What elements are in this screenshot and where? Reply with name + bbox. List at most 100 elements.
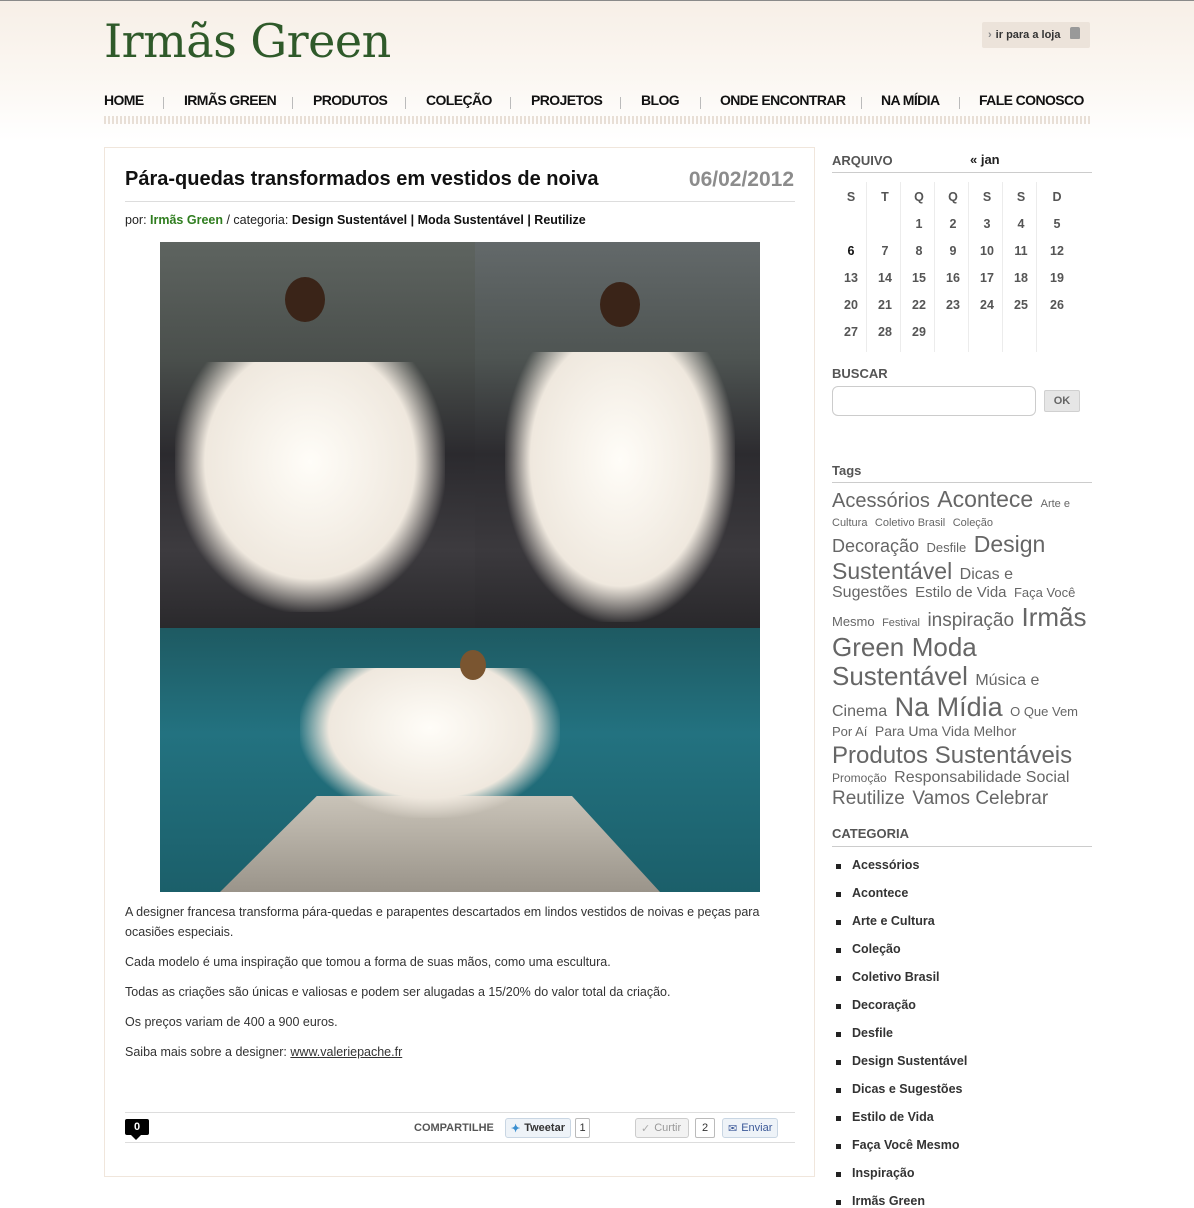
model-head xyxy=(460,650,486,680)
nav-item-8[interactable]: NA MÍDIA xyxy=(881,92,940,108)
tag-link[interactable]: Estilo de Vida xyxy=(915,584,1006,601)
calendar-day[interactable]: 10 xyxy=(970,244,1004,258)
tag-link[interactable]: Desfile xyxy=(927,540,967,555)
comment-count-icon[interactable]: 0 xyxy=(125,1119,149,1140)
search-ok-button[interactable]: OK xyxy=(1044,390,1080,412)
calendar-day[interactable]: 21 xyxy=(868,298,902,312)
calendar-day[interactable]: 27 xyxy=(834,325,868,339)
dress-shape xyxy=(175,362,445,612)
calendar-day[interactable]: 13 xyxy=(834,271,868,285)
category-link[interactable]: Inspiração xyxy=(852,1166,915,1180)
category-link[interactable]: Irmãs Green xyxy=(852,1194,925,1208)
calendar-day[interactable]: 9 xyxy=(936,244,970,258)
calendar-day[interactable]: 1 xyxy=(902,217,936,231)
bullet-icon xyxy=(836,892,841,897)
calendar-day[interactable]: 2 xyxy=(936,217,970,231)
calendar-day[interactable]: 5 xyxy=(1040,217,1074,231)
category-link[interactable]: Acessórios xyxy=(852,858,919,872)
nav-separator xyxy=(700,97,701,109)
tag-link[interactable]: Para Uma Vida Melhor xyxy=(875,723,1016,739)
send-bubble-icon: ✉ xyxy=(728,1122,738,1135)
tags-rule xyxy=(832,482,1092,483)
nav-item-4[interactable]: COLEÇÃO xyxy=(426,92,492,108)
title-divider xyxy=(125,201,795,202)
tag-link[interactable]: Acontece xyxy=(937,486,1033,512)
category-link[interactable]: Arte e Cultura xyxy=(852,914,935,928)
category-link[interactable]: Dicas e Sugestões xyxy=(852,1082,962,1096)
tag-link[interactable]: Produtos Sustentáveis xyxy=(832,742,1072,769)
calendar-day[interactable]: 7 xyxy=(868,244,902,258)
tag-link[interactable]: Acessórios xyxy=(832,490,930,512)
photo-dock-lake xyxy=(160,628,760,892)
categoria-heading: CATEGORIA xyxy=(832,826,910,841)
nav-separator xyxy=(292,97,293,109)
archive-prev-month-link[interactable]: « jan xyxy=(970,152,1000,167)
calendar-day[interactable]: 25 xyxy=(1004,298,1038,312)
post-title[interactable]: Pára-quedas transformados em vestidos de… xyxy=(125,168,599,191)
author-link[interactable]: Irmãs Green xyxy=(150,213,223,227)
bullet-icon xyxy=(836,864,841,869)
tag-link[interactable]: Vamos Celebrar xyxy=(912,788,1048,809)
site-logo[interactable]: Irmãs Green xyxy=(104,14,391,68)
designer-website-link[interactable]: www.valeriepache.fr xyxy=(290,1045,402,1059)
category-link[interactable]: Acontece xyxy=(852,886,908,900)
calendar-day[interactable]: 11 xyxy=(1004,244,1038,258)
share-bar-top-rule xyxy=(125,1112,795,1113)
tweet-button[interactable]: ✦ Tweetar xyxy=(505,1118,571,1138)
category-link[interactable]: Decoração xyxy=(852,998,916,1012)
calendar-day[interactable]: 28 xyxy=(868,325,902,339)
calendar-day[interactable]: 17 xyxy=(970,271,1004,285)
nav-item-9[interactable]: FALE CONOSCO xyxy=(979,92,1084,108)
tweet-label: Tweetar xyxy=(524,1122,565,1134)
post-categories[interactable]: Design Sustentável | Moda Sustentável | … xyxy=(292,213,586,227)
nav-item-2[interactable]: IRMÃS GREEN xyxy=(184,92,277,108)
nav-item-3[interactable]: PRODUTOS xyxy=(313,92,388,108)
nav-item-5[interactable]: PROJETOS xyxy=(531,92,603,108)
calendar-day[interactable]: 3 xyxy=(970,217,1004,231)
nav-divider xyxy=(104,116,1090,124)
category-link[interactable]: Desfile xyxy=(852,1026,893,1040)
archive-heading: ARQUIVO xyxy=(832,153,893,168)
tag-link[interactable]: Decoração xyxy=(832,536,919,556)
tag-link[interactable]: Coletivo Brasil xyxy=(875,517,945,529)
calendar-day[interactable]: 23 xyxy=(936,298,970,312)
calendar-day[interactable]: 20 xyxy=(834,298,868,312)
store-link-button[interactable]: › ir para a loja xyxy=(982,22,1090,48)
send-button[interactable]: ✉ Enviar xyxy=(722,1118,778,1138)
calendar-day[interactable]: 14 xyxy=(868,271,902,285)
bullet-icon xyxy=(836,920,841,925)
tag-link[interactable]: Responsabilidade Social xyxy=(894,769,1069,786)
calendar-day[interactable]: 29 xyxy=(902,325,936,339)
calendar-day[interactable]: 19 xyxy=(1040,271,1074,285)
tag-link[interactable]: Promoção xyxy=(832,771,887,785)
nav-separator xyxy=(861,97,862,109)
calendar-day[interactable]: 12 xyxy=(1040,244,1074,258)
tag-link[interactable]: Reutilize xyxy=(832,788,905,809)
category-link[interactable]: Faça Você Mesmo xyxy=(852,1138,959,1152)
calendar-day[interactable]: 16 xyxy=(936,271,970,285)
like-button[interactable]: ✓ Curtir xyxy=(635,1118,689,1138)
calendar-day[interactable]: 4 xyxy=(1004,217,1038,231)
calendar-day[interactable]: 15 xyxy=(902,271,936,285)
category-link[interactable]: Estilo de Vida xyxy=(852,1110,934,1124)
bullet-icon xyxy=(836,1200,841,1205)
category-link[interactable]: Design Sustentável xyxy=(852,1054,967,1068)
nav-item-7[interactable]: ONDE ENCONTRAR xyxy=(720,92,846,108)
tag-link[interactable]: Na Mídia xyxy=(895,692,1003,722)
category-link[interactable]: Coleção xyxy=(852,942,901,956)
calendar-day[interactable]: 18 xyxy=(1004,271,1038,285)
calendar-day[interactable]: 6 xyxy=(834,244,868,258)
calendar-weekday: S xyxy=(1016,190,1026,204)
tag-link[interactable]: Coleção xyxy=(953,517,993,529)
calendar-day[interactable]: 22 xyxy=(902,298,936,312)
tag-link[interactable]: Festival xyxy=(882,617,920,629)
nav-item-1[interactable]: HOME xyxy=(104,92,144,108)
bullet-icon xyxy=(836,1116,841,1121)
nav-item-6[interactable]: BLOG xyxy=(641,92,680,108)
category-link[interactable]: Coletivo Brasil xyxy=(852,970,940,984)
calendar-day[interactable]: 24 xyxy=(970,298,1004,312)
calendar-day[interactable]: 26 xyxy=(1040,298,1074,312)
calendar-day[interactable]: 8 xyxy=(902,244,936,258)
search-input[interactable] xyxy=(832,386,1036,416)
tag-link[interactable]: inspiração xyxy=(927,610,1014,631)
